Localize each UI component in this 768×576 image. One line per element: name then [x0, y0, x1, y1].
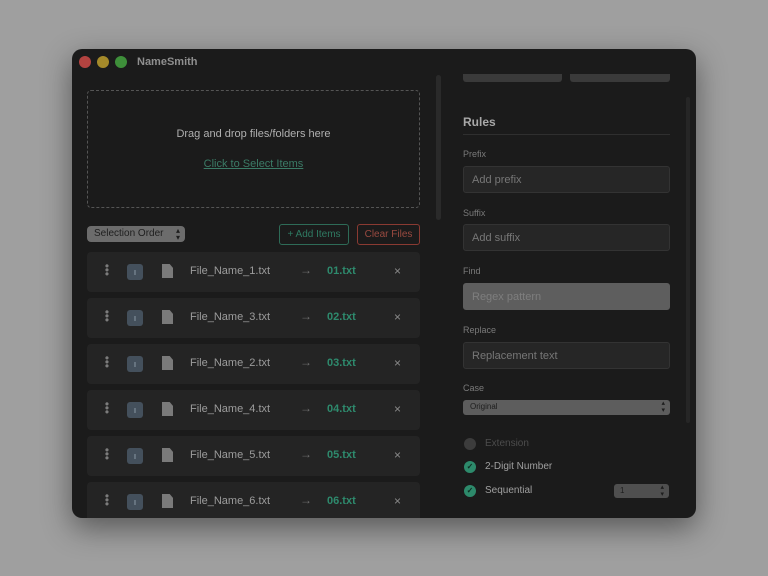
- file-type-icon: ı: [127, 494, 143, 510]
- grip-vertical-icon[interactable]: • • •: [104, 352, 110, 372]
- file-type-icon: ı: [127, 402, 143, 418]
- grip-vertical-icon[interactable]: • • •: [104, 490, 110, 510]
- chevron-updown-icon: ▴ ▾: [175, 226, 180, 242]
- file-list: • • • ı File_Name_1.txt → 01.txt × • • • ı F…: [87, 252, 420, 518]
- replace-label: Replace: [463, 325, 497, 335]
- suffix-label: Suffix: [463, 208, 486, 218]
- close-icon[interactable]: ×: [394, 448, 401, 462]
- document-icon: [162, 356, 173, 370]
- case-label: Case: [463, 383, 485, 393]
- files-pane: Drag and drop files/folders here Click t…: [72, 75, 442, 518]
- chevron-updown-icon: ▴ ▾: [661, 400, 665, 414]
- file-type-icon: ı: [127, 448, 143, 464]
- find-input[interactable]: [463, 283, 670, 310]
- find-label: Find: [463, 266, 481, 276]
- prefix-input[interactable]: [463, 166, 670, 193]
- arrow-right-icon: →: [300, 447, 312, 461]
- rules-heading: Rules: [463, 115, 496, 129]
- close-icon[interactable]: ×: [394, 310, 401, 324]
- original-name: File_Name_5.txt: [190, 449, 271, 461]
- arrow-right-icon: →: [300, 309, 312, 323]
- original-name: File_Name_2.txt: [190, 357, 271, 369]
- file-row[interactable]: • • • ı File_Name_3.txt → 02.txt ×: [87, 298, 420, 338]
- case-value: Original: [470, 402, 498, 411]
- rules-divider: [463, 134, 670, 135]
- zoom-window-button[interactable]: [115, 56, 127, 68]
- grip-vertical-icon[interactable]: • • •: [104, 306, 110, 326]
- two-digit-checkbox[interactable]: ✓: [464, 461, 476, 473]
- rules-pane: Rules Prefix Suffix Find Replace Case Or…: [444, 49, 696, 518]
- file-row[interactable]: • • • ı File_Name_4.txt → 04.txt ×: [87, 390, 420, 430]
- app-window: NameSmith Drag and drop files/folders he…: [72, 49, 696, 518]
- extension-checkbox[interactable]: [464, 438, 476, 450]
- new-name: 02.txt: [327, 311, 356, 323]
- drop-zone-text: Drag and drop files/folders here: [176, 128, 331, 140]
- new-name: 03.txt: [327, 357, 356, 369]
- file-type-icon: ı: [127, 356, 143, 372]
- arrow-right-icon: →: [300, 355, 312, 369]
- close-icon[interactable]: ×: [394, 494, 401, 508]
- rules-scrollbar[interactable]: [686, 97, 690, 423]
- grip-vertical-icon[interactable]: • • •: [104, 398, 110, 418]
- grip-vertical-icon[interactable]: • • •: [104, 260, 110, 280]
- document-icon: [162, 264, 173, 278]
- case-select[interactable]: Original ▴ ▾: [463, 400, 670, 415]
- toolbar-button-right[interactable]: [570, 74, 670, 82]
- arrow-right-icon: →: [300, 493, 312, 507]
- original-name: File_Name_1.txt: [190, 265, 271, 277]
- original-name: File_Name_3.txt: [190, 311, 271, 323]
- sequential-checkbox[interactable]: ✓: [464, 485, 476, 497]
- file-row[interactable]: • • • ı File_Name_2.txt → 03.txt ×: [87, 344, 420, 384]
- checkmark-icon: ✓: [466, 462, 474, 471]
- close-icon[interactable]: ×: [394, 356, 401, 370]
- window-title: NameSmith: [137, 56, 198, 68]
- arrow-right-icon: →: [300, 263, 312, 277]
- new-name: 01.txt: [327, 265, 356, 277]
- chevron-updown-icon: ▴ ▾: [660, 484, 664, 498]
- two-digit-label: 2-Digit Number: [485, 461, 553, 472]
- pane-divider[interactable]: [436, 75, 441, 220]
- close-icon[interactable]: ×: [394, 402, 401, 416]
- document-icon: [162, 310, 173, 324]
- document-icon: [162, 448, 173, 462]
- minimize-window-button[interactable]: [97, 56, 109, 68]
- file-row[interactable]: • • • ı File_Name_1.txt → 01.txt ×: [87, 252, 420, 292]
- sequence-start-stepper[interactable]: 1 ▴ ▾: [614, 484, 669, 498]
- sort-order-value: Selection Order: [94, 228, 164, 239]
- file-type-icon: ı: [127, 264, 143, 280]
- sort-order-select[interactable]: Selection Order ▴ ▾: [87, 226, 185, 242]
- arrow-right-icon: →: [300, 401, 312, 415]
- file-row[interactable]: • • • ı File_Name_6.txt → 06.txt ×: [87, 482, 420, 518]
- document-icon: [162, 494, 173, 508]
- close-icon[interactable]: ×: [394, 264, 401, 278]
- select-items-link[interactable]: Click to Select Items: [88, 158, 419, 170]
- toolbar-button-left[interactable]: [463, 74, 562, 82]
- prefix-label: Prefix: [463, 149, 487, 159]
- checkmark-icon: ✓: [466, 486, 474, 495]
- grip-vertical-icon[interactable]: • • •: [104, 444, 110, 464]
- sequence-start-value: 1: [620, 486, 625, 495]
- original-name: File_Name_6.txt: [190, 495, 271, 507]
- replace-input[interactable]: [463, 342, 670, 369]
- file-row[interactable]: • • • ı File_Name_5.txt → 05.txt ×: [87, 436, 420, 476]
- file-type-icon: ı: [127, 310, 143, 326]
- close-window-button[interactable]: [79, 56, 91, 68]
- drop-zone[interactable]: Drag and drop files/folders here Click t…: [87, 90, 420, 208]
- add-items-button[interactable]: + Add Items: [279, 224, 349, 245]
- new-name: 04.txt: [327, 403, 356, 415]
- suffix-input[interactable]: [463, 224, 670, 251]
- sequential-label: Sequential: [485, 485, 533, 496]
- clear-files-button[interactable]: Clear Files: [357, 224, 420, 245]
- new-name: 05.txt: [327, 449, 356, 461]
- extension-label: Extension: [485, 438, 529, 449]
- new-name: 06.txt: [327, 495, 356, 507]
- document-icon: [162, 402, 173, 416]
- original-name: File_Name_4.txt: [190, 403, 271, 415]
